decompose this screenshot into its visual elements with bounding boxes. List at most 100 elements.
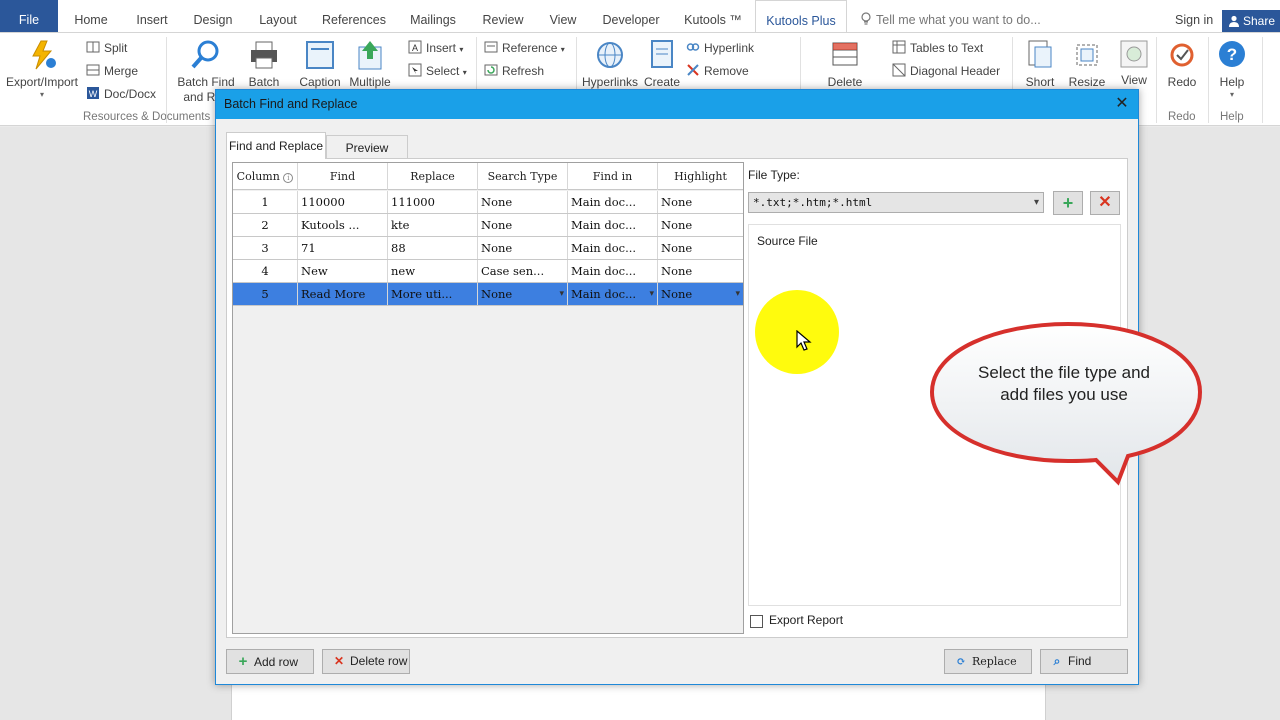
redo-button[interactable]: Redo: [1160, 39, 1204, 90]
callout-line-2: add files you use: [1000, 385, 1128, 404]
file-type-select[interactable]: *.txt;*.htm;*.html ▾: [748, 192, 1044, 213]
remove-button[interactable]: Remove: [686, 62, 749, 80]
cell-find-in-dropdown[interactable]: Main doc... ▾: [568, 283, 658, 305]
cell-highlight-dropdown[interactable]: None ▾: [658, 283, 743, 305]
cell-replace[interactable]: More uti...: [388, 283, 478, 305]
tab-layout[interactable]: Layout: [252, 0, 304, 32]
table-row[interactable]: 2 Kutools ... kte None Main doc... None: [233, 214, 743, 237]
tab-references[interactable]: References: [318, 0, 390, 32]
find-button[interactable]: ⌕ Find: [1040, 649, 1128, 674]
doc-docx-button[interactable]: W Doc/Docx: [86, 85, 156, 103]
delete-row-button[interactable]: ✕ Delete row: [322, 649, 410, 674]
table-row[interactable]: 4 New new Case sen... Main doc... None: [233, 260, 743, 283]
caption-button[interactable]: Caption: [296, 39, 344, 90]
diagonal-header-button[interactable]: Diagonal Header: [892, 62, 1000, 80]
tab-design[interactable]: Design: [187, 0, 239, 32]
column-header-replace[interactable]: Replace: [388, 163, 478, 190]
cell-find[interactable]: Kutools ...: [298, 214, 388, 236]
tab-mailings[interactable]: Mailings: [404, 0, 462, 32]
cell-find-in[interactable]: Main doc...: [568, 237, 658, 259]
tell-me-search[interactable]: Tell me what you want to do...: [860, 0, 1041, 32]
share-button[interactable]: Share: [1222, 10, 1280, 32]
chevron-down-icon[interactable]: ▾: [559, 283, 564, 305]
cell-search-type[interactable]: Case sen...: [478, 260, 568, 282]
cell-find[interactable]: New: [298, 260, 388, 282]
export-report-label[interactable]: Export Report: [769, 613, 843, 627]
table-row[interactable]: 3 71 88 None Main doc... None: [233, 237, 743, 260]
cell-find-in[interactable]: Main doc...: [568, 191, 658, 213]
magnifier-icon: [191, 40, 219, 69]
export-import-button[interactable]: Export/Import ▾: [2, 39, 82, 100]
cell-highlight[interactable]: None: [658, 260, 743, 282]
tab-developer[interactable]: Developer: [596, 0, 666, 32]
cell-search-type[interactable]: None: [478, 214, 568, 236]
cell-replace[interactable]: 111000: [388, 191, 478, 213]
tab-kutools-plus[interactable]: Kutools Plus: [755, 0, 847, 32]
cell-find[interactable]: Read More: [298, 283, 388, 305]
merge-button[interactable]: Merge: [86, 62, 138, 80]
export-report-checkbox[interactable]: [750, 615, 763, 628]
tab-preview-result[interactable]: Preview Result: [326, 135, 408, 179]
cell-search-type[interactable]: None: [478, 191, 568, 213]
cell-find-in[interactable]: Main doc...: [568, 214, 658, 236]
column-header-highlight[interactable]: Highlight: [658, 163, 743, 190]
svg-text:?: ?: [1227, 45, 1237, 64]
insert-dropdown[interactable]: A Insert ▾: [408, 39, 463, 57]
cell-highlight[interactable]: None: [658, 191, 743, 213]
replace-button[interactable]: ⟳ Replace: [944, 649, 1032, 674]
svg-text:A: A: [412, 43, 418, 53]
hyperlinks-button[interactable]: Hyperlinks: [580, 39, 640, 90]
refresh-button[interactable]: Refresh: [484, 62, 544, 80]
multiple-button[interactable]: Multiple: [346, 39, 394, 90]
chevron-down-icon[interactable]: ▾: [735, 283, 740, 305]
tab-review[interactable]: Review: [476, 0, 530, 32]
column-header-search-type[interactable]: Search Type: [478, 163, 568, 190]
tab-home[interactable]: Home: [66, 0, 116, 32]
column-header-find[interactable]: Find: [298, 163, 388, 190]
cell-find-in[interactable]: Main doc...: [568, 260, 658, 282]
cell-find[interactable]: 71: [298, 237, 388, 259]
cell-replace[interactable]: kte: [388, 214, 478, 236]
column-header-find-in[interactable]: Find in: [568, 163, 658, 190]
split-button[interactable]: Split: [86, 39, 127, 57]
table-row-selected[interactable]: 5 Read More More uti... None ▾ Main doc..…: [233, 283, 743, 306]
column-header-column: Column i: [233, 163, 298, 190]
hyperlink-button[interactable]: Hyperlink: [686, 39, 754, 57]
sign-in-link[interactable]: Sign in: [1175, 0, 1213, 32]
tables-to-text-button[interactable]: Tables to Text: [892, 39, 983, 57]
tab-kutools[interactable]: Kutools ™: [678, 0, 748, 32]
cell-search-type[interactable]: None: [478, 237, 568, 259]
cell-replace[interactable]: new: [388, 260, 478, 282]
dialog-title: Batch Find and Replace: [224, 97, 358, 111]
reference-label: Reference: [502, 41, 558, 55]
view-button[interactable]: View: [1114, 39, 1154, 88]
dialog-title-bar[interactable]: Batch Find and Replace ✕: [216, 90, 1138, 119]
resize-button[interactable]: Resize: [1064, 39, 1110, 90]
cell-search-type-dropdown[interactable]: None ▾: [478, 283, 568, 305]
cell-find[interactable]: 110000: [298, 191, 388, 213]
help-button[interactable]: ? Help ▾: [1212, 39, 1252, 100]
remove-file-button[interactable]: ✕: [1090, 191, 1120, 215]
file-type-label: File Type:: [748, 168, 800, 182]
tab-find-and-replace[interactable]: Find and Replace: [226, 132, 326, 159]
batch-button[interactable]: Batch: [244, 39, 284, 90]
create-button[interactable]: Create: [642, 39, 682, 90]
chevron-down-icon: ▾: [39, 90, 44, 99]
cell-replace[interactable]: 88: [388, 237, 478, 259]
select-icon: [408, 63, 422, 77]
chevron-down-icon[interactable]: ▾: [649, 283, 654, 305]
add-row-button[interactable]: + Add row: [226, 649, 314, 674]
add-file-button[interactable]: +: [1053, 191, 1083, 215]
tab-file[interactable]: File: [0, 0, 58, 32]
close-icon[interactable]: ✕: [1114, 96, 1130, 112]
delete-button[interactable]: Delete: [822, 39, 868, 90]
reference-dropdown[interactable]: Reference ▾: [484, 39, 565, 57]
callout-text: Select the file type and add files you u…: [952, 362, 1176, 406]
short-button[interactable]: Short: [1018, 39, 1062, 90]
tab-view[interactable]: View: [543, 0, 583, 32]
tab-insert[interactable]: Insert: [127, 0, 177, 32]
cell-highlight[interactable]: None: [658, 237, 743, 259]
cell-highlight[interactable]: None: [658, 214, 743, 236]
select-dropdown[interactable]: Select ▾: [408, 62, 467, 80]
table-row[interactable]: 1 110000 111000 None Main doc... None: [233, 191, 743, 214]
